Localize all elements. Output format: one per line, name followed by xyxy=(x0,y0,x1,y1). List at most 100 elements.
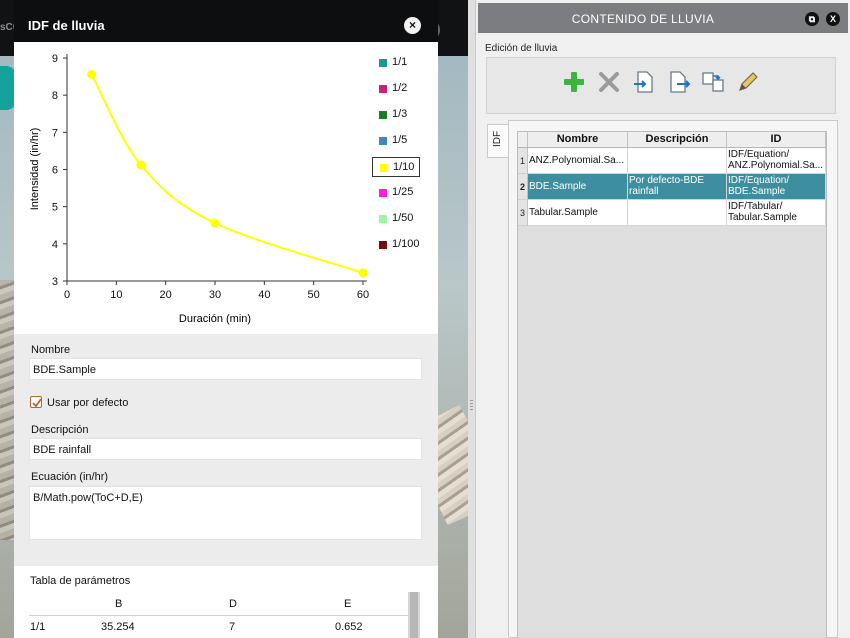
legend-label: 1/100 xyxy=(392,238,420,250)
cell-description[interactable]: Por defecto-BDE rainfall xyxy=(628,174,727,200)
rain-content-panel: CONTENIDO DE LLUVIA ⧉ X Edición de lluvi… xyxy=(475,0,850,638)
legend-label: 1/25 xyxy=(392,186,414,198)
idf-dialog-title: IDF de lluvia xyxy=(28,18,105,33)
row-number[interactable]: 3 xyxy=(518,200,528,226)
legend-swatch xyxy=(379,111,387,119)
cell-id[interactable]: IDF/Equation/ BDE.Sample xyxy=(727,174,826,200)
restore-icon[interactable]: ⧉ xyxy=(805,12,819,26)
parameters-table: Tabla de parámetros B D E 1/1 35.254 7 0… xyxy=(14,566,438,638)
checkmark-icon xyxy=(32,398,42,408)
delete-icon[interactable] xyxy=(597,70,621,94)
x-tick-label: 30 xyxy=(209,289,221,301)
parameters-scrollbar[interactable] xyxy=(408,592,420,638)
param-cell-e[interactable]: 0.652 xyxy=(335,621,363,633)
legend-swatch xyxy=(380,164,388,172)
idf-chart: 3 4 5 6 7 8 9 0 10 20 30 40 50 60 Duración (min) Inte… xyxy=(14,42,438,334)
legend-swatch xyxy=(379,85,387,93)
legend-item[interactable]: 1/3 xyxy=(372,105,420,125)
legend-item[interactable]: 1/100 xyxy=(372,235,420,255)
cell-name[interactable]: BDE.Sample xyxy=(528,174,628,200)
x-tick-label: 0 xyxy=(64,289,70,301)
parameters-scrollbar-thumb[interactable] xyxy=(410,592,418,638)
description-label: Descripción xyxy=(31,424,89,436)
row-number[interactable]: 1 xyxy=(518,148,528,174)
splitter-grip[interactable] xyxy=(470,400,473,412)
close-icon[interactable]: X xyxy=(826,12,840,26)
legend-item[interactable]: 1/25 xyxy=(372,183,420,203)
column-header-description[interactable]: Descripción xyxy=(628,132,727,148)
cell-description[interactable] xyxy=(628,200,727,226)
table-row[interactable]: 3 Tabular.Sample IDF/Tabular/ Tabular.Sa… xyxy=(518,200,826,226)
legend-swatch xyxy=(379,137,387,145)
data-point[interactable] xyxy=(87,69,97,79)
data-point[interactable] xyxy=(210,218,220,228)
y-tick-label: 7 xyxy=(52,127,58,139)
cell-id[interactable]: IDF/Equation/ ANZ.Polynomial.Sa... xyxy=(727,148,826,174)
x-tick-label: 10 xyxy=(110,289,122,301)
y-tick-label: 3 xyxy=(52,276,58,288)
y-tick-label: 5 xyxy=(52,202,58,214)
x-tick-label: 60 xyxy=(357,289,369,301)
legend-swatch xyxy=(379,215,387,223)
export-icon[interactable] xyxy=(667,70,691,94)
parameters-title: Tabla de parámetros xyxy=(30,575,131,587)
legend-item[interactable]: 1/50 xyxy=(372,209,420,229)
legend-label: 1/5 xyxy=(392,134,408,146)
import-icon[interactable] xyxy=(632,70,656,94)
chart-y-axis-label: Intensidad (in/hr) xyxy=(29,128,41,211)
rain-edit-subtitle: Edición de lluvia xyxy=(485,43,558,54)
x-tick-label: 50 xyxy=(308,289,320,301)
data-point[interactable] xyxy=(136,160,146,170)
grid-corner xyxy=(518,132,528,148)
use-default-checkbox[interactable] xyxy=(30,396,42,408)
name-field[interactable]: BDE.Sample xyxy=(29,358,422,380)
legend-label: 1/10 xyxy=(393,161,415,173)
y-tick-label: 6 xyxy=(52,165,58,177)
legend-item[interactable]: 1/10 xyxy=(372,157,420,177)
table-row[interactable]: 1 ANZ.Polynomial.Sa... IDF/Equation/ ANZ… xyxy=(518,148,826,174)
legend-item[interactable]: 1/1 xyxy=(372,53,420,73)
close-icon[interactable]: × xyxy=(404,17,421,34)
tab-idf[interactable]: IDF xyxy=(487,124,509,158)
equation-label: Ecuación (in/hr) xyxy=(31,471,109,483)
y-tick-label: 4 xyxy=(52,239,58,251)
add-icon[interactable] xyxy=(562,70,586,94)
idf-dialog: IDF de lluvia × 3 4 5 6 7 8 9 0 10 20 30 40 50 60 Dur… xyxy=(14,0,438,638)
row-number[interactable]: 2 xyxy=(518,174,528,200)
chart-x-axis-label: Duración (min) xyxy=(179,313,251,325)
legend-label: 1/50 xyxy=(392,212,414,224)
data-point[interactable] xyxy=(358,268,368,278)
rain-panel-titlebar: CONTENIDO DE LLUVIA ⧉ X xyxy=(478,3,848,33)
legend-item[interactable]: 1/2 xyxy=(372,79,420,99)
cell-name[interactable]: ANZ.Polynomial.Sa... xyxy=(528,148,628,174)
y-tick-label: 8 xyxy=(52,90,58,102)
y-tick-label: 9 xyxy=(52,53,58,65)
x-tick-label: 40 xyxy=(258,289,270,301)
series-line xyxy=(90,73,364,274)
legend-label: 1/3 xyxy=(392,108,408,120)
panel-splitter[interactable] xyxy=(468,0,475,638)
column-header-name[interactable]: Nombre xyxy=(528,132,628,148)
edit-icon[interactable] xyxy=(736,70,760,94)
param-row-label[interactable]: 1/1 xyxy=(30,621,45,633)
equation-field[interactable]: B/Math.pow(ToC+D,E) xyxy=(29,486,422,540)
legend-swatch xyxy=(379,241,387,249)
cell-description[interactable] xyxy=(628,148,727,174)
x-tick-label: 20 xyxy=(160,289,172,301)
legend-item[interactable]: 1/5 xyxy=(372,131,420,151)
cell-name[interactable]: Tabular.Sample xyxy=(528,200,628,226)
rain-panel-title: CONTENIDO DE LLUVIA xyxy=(571,12,715,26)
rain-grid: Nombre Descripción ID 1 ANZ.Polynomial.S… xyxy=(517,131,827,638)
param-cell-b[interactable]: 35.254 xyxy=(101,621,135,633)
column-header-id[interactable]: ID xyxy=(727,132,826,148)
name-label: Nombre xyxy=(31,344,71,356)
description-field[interactable]: BDE rainfall xyxy=(29,438,422,460)
param-cell-d[interactable]: 7 xyxy=(229,621,235,633)
cell-id[interactable]: IDF/Tabular/ Tabular.Sample xyxy=(727,200,826,226)
duplicate-icon[interactable] xyxy=(701,70,725,94)
param-header-d: D xyxy=(229,598,237,610)
use-default-label: Usar por defecto xyxy=(47,397,129,409)
table-row[interactable]: 2 BDE.Sample Por defecto-BDE rainfall ID… xyxy=(518,174,826,200)
legend-swatch xyxy=(379,189,387,197)
tab-idf-label: IDF xyxy=(492,130,503,147)
